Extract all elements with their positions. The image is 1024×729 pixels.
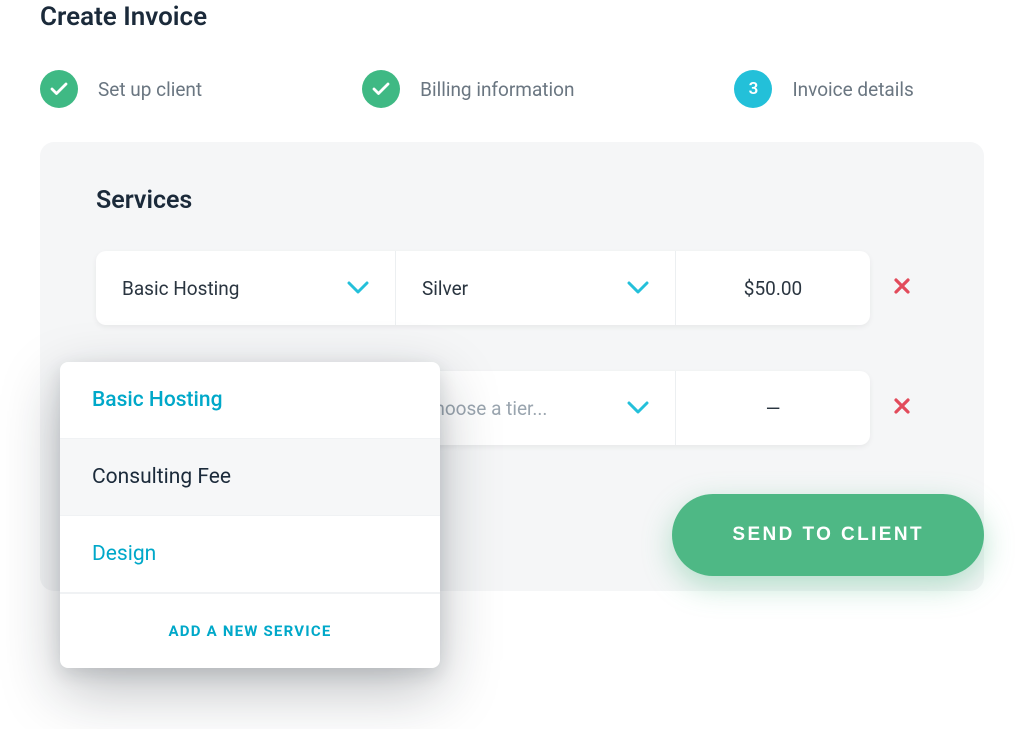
chevron-down-icon: [627, 277, 649, 299]
step-number-badge: 3: [734, 70, 772, 108]
tier-select[interactable]: Silver: [396, 251, 676, 325]
step-billing-info[interactable]: Billing information: [362, 70, 574, 108]
delete-row-button[interactable]: [876, 276, 928, 301]
close-icon: [893, 276, 911, 301]
price-value: —: [676, 371, 870, 445]
close-icon: [893, 396, 911, 421]
tier-select-placeholder: Choose a tier...: [422, 397, 547, 420]
delete-row-button[interactable]: [876, 396, 928, 421]
step-invoice-details[interactable]: 3 Invoice details: [734, 70, 913, 108]
chevron-down-icon: [347, 277, 369, 299]
step-label: Set up client: [98, 78, 202, 101]
service-select-value: Basic Hosting: [122, 277, 239, 300]
service-row: Basic Hosting Silver $50.00: [96, 251, 928, 325]
step-setup-client[interactable]: Set up client: [40, 70, 202, 108]
page-title: Create Invoice: [40, 2, 984, 32]
send-to-client-button[interactable]: SEND TO CLIENT: [672, 494, 984, 576]
dropdown-option-basic-hosting[interactable]: Basic Hosting: [60, 362, 440, 439]
tier-select-value: Silver: [422, 277, 468, 300]
service-dropdown: Basic Hosting Consulting Fee Design ADD …: [60, 362, 440, 668]
chevron-down-icon: [627, 397, 649, 419]
panel-title: Services: [96, 186, 928, 215]
price-value: $50.00: [676, 251, 870, 325]
service-select[interactable]: Basic Hosting: [96, 251, 396, 325]
dropdown-option-design[interactable]: Design: [60, 516, 440, 593]
progress-steps: Set up client Billing information 3 Invo…: [40, 70, 984, 108]
check-icon: [40, 70, 78, 108]
step-label: Billing information: [420, 78, 574, 101]
check-icon: [362, 70, 400, 108]
dropdown-option-consulting-fee[interactable]: Consulting Fee: [60, 439, 440, 516]
add-service-button[interactable]: ADD A NEW SERVICE: [60, 593, 440, 668]
step-label: Invoice details: [792, 78, 913, 101]
